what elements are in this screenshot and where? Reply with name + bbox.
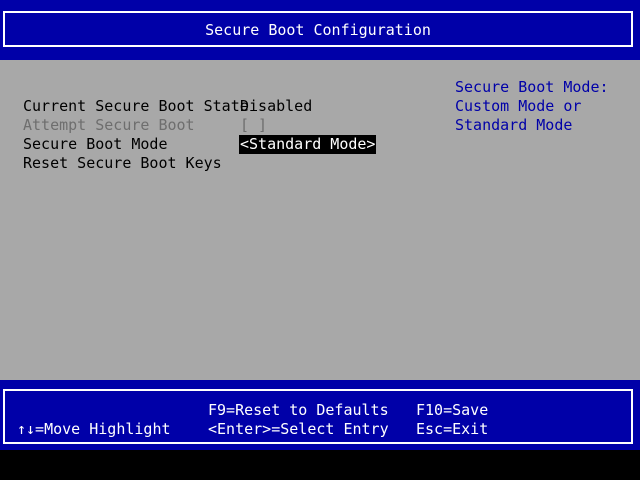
setting-value-current-secure-boot-state: Disabled bbox=[240, 97, 313, 115]
setting-label-attempt-secure-boot: Attempt Secure Boot bbox=[23, 116, 195, 134]
footer-bar: F9=Reset to Defaults F10=Save ↑↓=Move Hi… bbox=[0, 380, 640, 450]
reset-secure-boot-keys-item[interactable]: Reset Secure Boot Keys bbox=[23, 154, 222, 173]
footer-save-hint: F10=Save bbox=[416, 401, 489, 419]
page-title: Secure Boot Configuration bbox=[205, 21, 431, 39]
header-frame: Secure Boot Configuration bbox=[3, 11, 633, 47]
help-panel: Secure Boot Mode: Custom Mode or Standar… bbox=[455, 78, 635, 135]
help-line: Secure Boot Mode: bbox=[455, 78, 609, 96]
footer-frame: F9=Reset to Defaults F10=Save ↑↓=Move Hi… bbox=[3, 389, 633, 444]
help-line: Custom Mode or bbox=[455, 97, 582, 115]
help-line: Standard Mode bbox=[455, 116, 573, 134]
footer-reset-defaults-hint: F9=Reset to Defaults bbox=[208, 401, 389, 419]
settings-panel: Current Secure Boot State Disabled Attem… bbox=[0, 60, 640, 380]
setting-label-secure-boot-mode: Secure Boot Mode bbox=[23, 135, 168, 153]
footer-select-entry-hint: <Enter>=Select Entry bbox=[208, 420, 389, 438]
setting-label-current-secure-boot-state: Current Secure Boot State bbox=[23, 97, 249, 115]
bottom-strip bbox=[0, 450, 640, 480]
secure-boot-mode-select[interactable]: <Standard Mode> bbox=[239, 135, 377, 154]
attempt-secure-boot-checkbox[interactable]: [ ] bbox=[240, 116, 267, 135]
footer-move-highlight-hint: ↑↓=Move Highlight bbox=[17, 420, 171, 438]
footer-exit-hint: Esc=Exit bbox=[416, 420, 489, 438]
header-bar: Secure Boot Configuration bbox=[0, 0, 640, 60]
